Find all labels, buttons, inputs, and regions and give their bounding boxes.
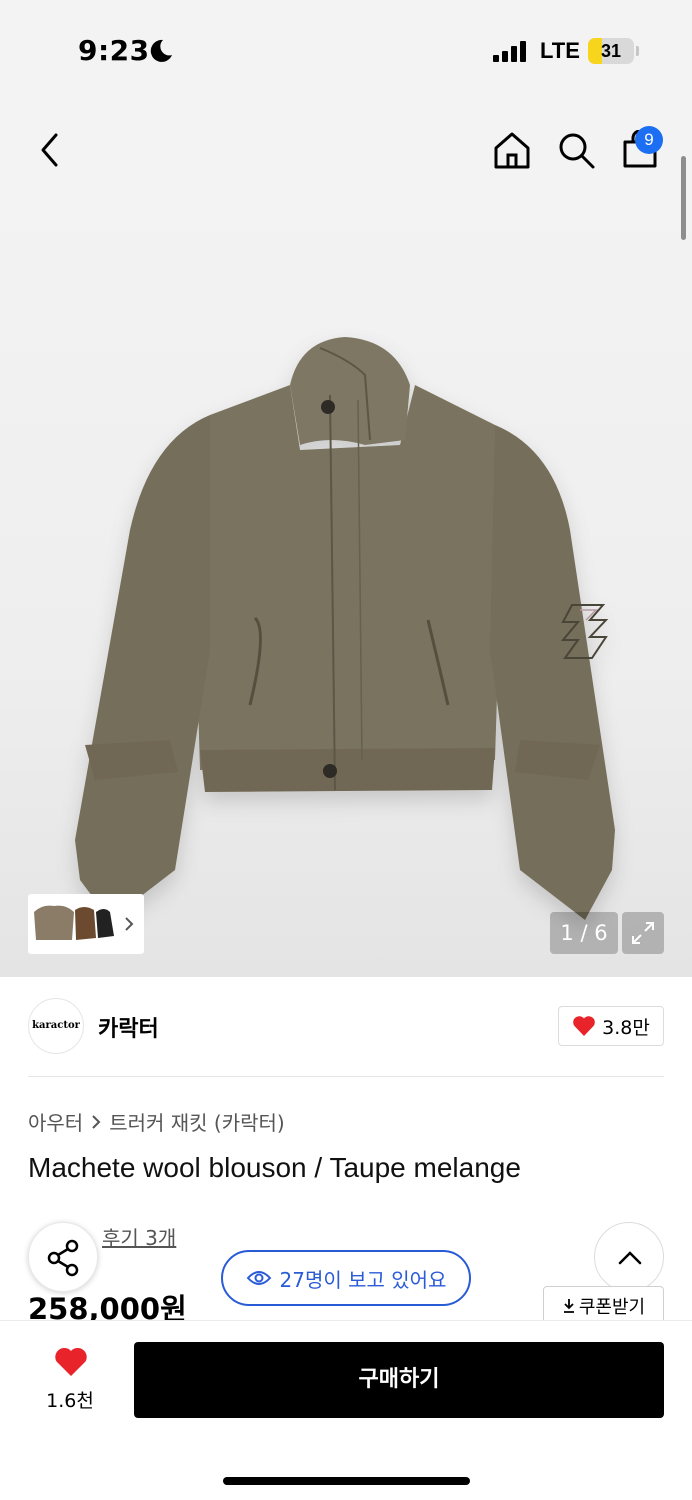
brand-logo[interactable]: karactor xyxy=(28,998,84,1054)
chevron-right-icon xyxy=(92,1114,101,1129)
coupon-label: 쿠폰받기 xyxy=(578,1297,646,1318)
breadcrumb-subcategory[interactable]: 트러커 재킷 (카락터) xyxy=(109,1107,285,1136)
brand-like-button[interactable]: 3.8만 xyxy=(558,1006,664,1046)
eye-icon xyxy=(246,1271,271,1285)
share-button[interactable] xyxy=(28,1222,98,1292)
jacket-image xyxy=(75,337,615,920)
home-indicator xyxy=(223,1477,470,1485)
expand-button[interactable] xyxy=(622,912,664,954)
moon-icon xyxy=(150,39,172,62)
review-link[interactable]: 후기 3개 xyxy=(102,1222,176,1251)
brand-name[interactable]: 카락터 xyxy=(98,1011,159,1043)
battery-cap xyxy=(636,46,639,56)
color-thumbnails-icon xyxy=(34,905,134,940)
thumbnail-strip[interactable] xyxy=(28,894,144,954)
wish-count: 1.6천 xyxy=(46,1390,94,1412)
download-icon xyxy=(563,1299,574,1313)
signal-icon xyxy=(493,40,526,62)
network-label: LTE xyxy=(540,38,580,63)
wish-button[interactable] xyxy=(36,1346,106,1382)
search-icon[interactable] xyxy=(556,130,596,170)
breadcrumb: 아우터 트러커 재킷 (카락터) xyxy=(28,1107,285,1136)
heart-icon xyxy=(573,1016,595,1036)
divider xyxy=(28,1076,664,1077)
scroll-indicator xyxy=(681,156,686,240)
product-image[interactable] xyxy=(0,200,692,977)
heart-icon xyxy=(55,1348,87,1376)
brand-like-count: 3.8만 xyxy=(602,1016,650,1039)
scroll-top-button[interactable] xyxy=(594,1222,664,1292)
expand-icon xyxy=(632,922,654,944)
status-bar: 9:23 LTE 31 xyxy=(0,0,692,100)
home-icon[interactable] xyxy=(492,130,532,170)
status-time: 9:23 xyxy=(78,34,150,67)
cart-count-badge: 9 xyxy=(635,126,663,154)
breadcrumb-category[interactable]: 아우터 xyxy=(28,1107,83,1136)
image-counter: 1 / 6 xyxy=(550,912,618,954)
back-arrow-icon[interactable] xyxy=(36,132,64,168)
buy-button[interactable]: 구매하기 xyxy=(134,1342,664,1418)
battery-level: 31 xyxy=(600,41,622,61)
battery-icon: 31 xyxy=(588,38,634,64)
product-title: Machete wool blouson / Taupe melange xyxy=(28,1152,521,1183)
share-icon xyxy=(47,1239,79,1277)
top-nav xyxy=(0,100,692,200)
viewers-pill: 27명이 보고 있어요 xyxy=(221,1250,471,1306)
chevron-up-icon xyxy=(618,1251,642,1265)
viewers-text: 27명이 보고 있어요 xyxy=(279,1267,447,1292)
